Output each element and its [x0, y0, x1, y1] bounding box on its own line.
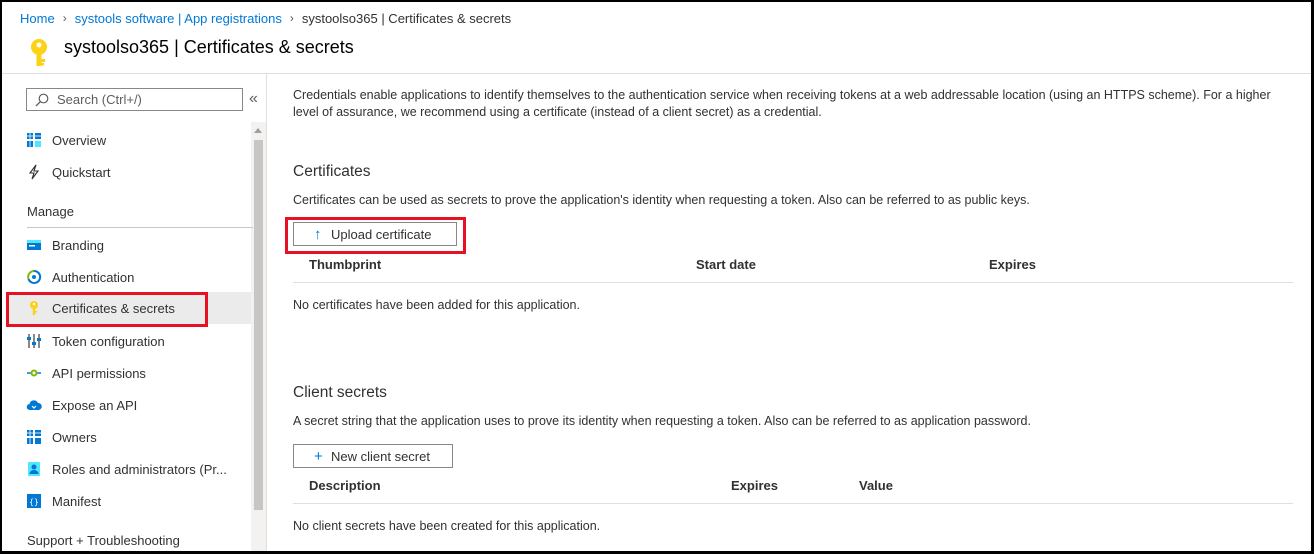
sidebar-item-label: Quickstart	[52, 164, 111, 180]
key-icon	[31, 39, 47, 66]
sidebar-item-label: Roles and administrators (Pr...	[52, 461, 227, 477]
cloud-icon	[26, 397, 42, 413]
chevron-right-icon: ›	[62, 11, 67, 25]
breadcrumb-current: systoolso365 | Certificates & secrets	[301, 10, 512, 26]
certificates-description: Certificates can be used as secrets to p…	[293, 193, 1030, 207]
sidebar-item-overview[interactable]: Overview	[8, 124, 251, 156]
sidebar-item-expose-api[interactable]: Expose an API	[8, 389, 251, 421]
sidebar-item-label: Overview	[52, 132, 107, 148]
support-heading: Support + Troubleshooting	[27, 533, 180, 548]
scrollbar-thumb[interactable]	[254, 140, 263, 510]
portal-window: Home › systools software | App registrat…	[0, 0, 1314, 554]
sidebar-item-manifest[interactable]: {} Manifest	[8, 485, 251, 517]
client-secrets-heading: Client secrets	[293, 384, 387, 401]
api-permissions-icon	[26, 365, 42, 381]
manifest-icon: {}	[26, 493, 42, 509]
certificates-empty-message: No certificates have been added for this…	[293, 298, 580, 312]
branding-icon	[26, 237, 42, 253]
collapse-sidebar-button[interactable]: «	[249, 90, 258, 108]
scroll-up-arrow[interactable]	[254, 128, 262, 133]
page-title: systoolso365 | Certificates & secrets	[64, 37, 354, 57]
sidebar-item-label: Branding	[52, 237, 105, 253]
certificates-heading: Certificates	[293, 163, 371, 180]
blade-header: systoolso365 | Certificates & secrets	[2, 30, 1311, 74]
owners-icon	[26, 429, 42, 445]
lightning-icon	[26, 164, 42, 180]
sidebar-item-label: Expose an API	[52, 397, 138, 413]
sidebar-item-label: Authentication	[52, 269, 135, 285]
breadcrumb: Home › systools software | App registrat…	[20, 9, 511, 27]
column-thumbprint: Thumbprint	[309, 257, 382, 272]
sidebar-item-label: Token configuration	[52, 333, 165, 349]
client-secrets-description: A secret string that the application use…	[293, 414, 1031, 428]
sidebar-scrollbar[interactable]	[251, 122, 266, 551]
sidebar-item-quickstart[interactable]: Quickstart	[8, 156, 251, 188]
sidebar-item-api-permissions[interactable]: API permissions	[8, 357, 251, 389]
sidebar: « Overview Quickstart Manage Brandin	[2, 74, 267, 551]
chevron-right-icon: ›	[289, 11, 294, 25]
new-client-secret-label: New client secret	[331, 448, 430, 464]
breadcrumb-home[interactable]: Home	[20, 11, 55, 26]
table-header-divider	[293, 282, 1293, 283]
manage-heading: Manage	[27, 204, 74, 219]
plus-icon: +	[314, 448, 323, 465]
highlight-box	[6, 292, 208, 327]
divider	[27, 227, 253, 228]
column-description: Description	[309, 478, 381, 493]
sidebar-item-branding[interactable]: Branding	[8, 229, 251, 261]
sidebar-item-roles-administrators[interactable]: Roles and administrators (Pr...	[8, 453, 251, 485]
sidebar-item-authentication[interactable]: Authentication	[8, 261, 251, 293]
new-client-secret-button[interactable]: + New client secret	[293, 444, 453, 468]
sidebar-item-label: Owners	[52, 429, 97, 445]
intro-text: Credentials enable applications to ident…	[293, 88, 1271, 119]
grid-icon	[26, 132, 42, 148]
column-expires: Expires	[731, 478, 778, 493]
sidebar-item-token-configuration[interactable]: Token configuration	[8, 325, 251, 357]
column-start-date: Start date	[696, 257, 756, 272]
highlight-box	[285, 217, 466, 254]
client-secrets-empty-message: No client secrets have been created for …	[293, 519, 601, 533]
sidebar-item-label: Manifest	[52, 493, 102, 509]
sidebar-item-label: API permissions	[52, 365, 146, 381]
search-input[interactable]	[57, 92, 237, 107]
column-expires: Expires	[989, 257, 1036, 272]
table-header-divider	[293, 503, 1293, 504]
column-value: Value	[859, 478, 893, 493]
token-icon	[26, 333, 42, 349]
svg-text:{}: {}	[29, 498, 39, 507]
roles-icon	[26, 461, 42, 477]
search-icon	[35, 93, 49, 106]
authentication-icon	[26, 269, 42, 285]
sidebar-item-owners[interactable]: Owners	[8, 421, 251, 453]
search-box[interactable]	[26, 88, 243, 111]
breadcrumb-app-registrations[interactable]: systools software | App registrations	[75, 11, 282, 26]
